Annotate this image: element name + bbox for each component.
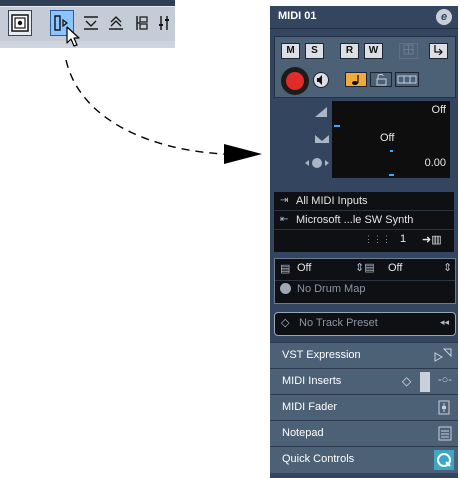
delay-indicator: [389, 174, 394, 176]
vst-expression-icon: [434, 348, 452, 362]
midi-channel-value: 1: [400, 233, 407, 245]
section-label: VST Expression: [282, 349, 361, 361]
stepper-icon[interactable]: ⇕▤: [355, 261, 375, 274]
notepad-icon: [438, 426, 452, 441]
lane-display-button[interactable]: [395, 72, 419, 87]
midi-output-row[interactable]: ⇤ Microsoft ...le SW Synth: [274, 211, 454, 230]
drum-map-icon: [280, 283, 291, 294]
program-panel: ▤ Off ⇕▤ Off ⇕ No Drum Map: [274, 258, 456, 304]
pan-value: Off: [380, 132, 395, 144]
section-midi-fader[interactable]: MIDI Fader: [270, 394, 458, 420]
arrow-head-icon: [224, 144, 262, 164]
section-vst-expression[interactable]: VST Expression: [270, 342, 458, 368]
program-value[interactable]: Off: [388, 262, 402, 274]
track-preset-label: No Track Preset: [299, 317, 378, 329]
section-midi-inserts[interactable]: MIDI Inserts ◇ -○-: [270, 368, 458, 394]
output-icon: ⇤: [280, 214, 289, 225]
midi-output-label: Microsoft ...le SW Synth: [296, 214, 414, 226]
bank-icon: ▤: [280, 263, 291, 275]
track-name[interactable]: MIDI 01: [278, 10, 317, 22]
preset-arrows-icon[interactable]: ◂◂: [440, 317, 449, 328]
speaker-icon: [317, 75, 322, 85]
pan-icon: [315, 135, 329, 143]
musical-time-base-button[interactable]: [345, 72, 367, 87]
channel-settings-icon: [434, 45, 443, 56]
section-notepad[interactable]: Notepad: [270, 420, 458, 446]
lanes-icon: [397, 75, 417, 84]
lock-button[interactable]: [370, 72, 392, 87]
delay-value: 0.00: [424, 157, 446, 169]
edit-instrument-button[interactable]: e: [436, 9, 452, 25]
solo-button[interactable]: S: [305, 43, 324, 59]
freeze-icon: [403, 44, 414, 55]
inserts-active-indicator: [420, 372, 430, 392]
monitor-button[interactable]: [313, 72, 329, 88]
volume-field[interactable]: Off: [332, 101, 450, 129]
midi-input-row[interactable]: ⇥ All MIDI Inputs: [274, 192, 454, 211]
section-label: Quick Controls: [282, 453, 355, 465]
open-channel-settings-button[interactable]: [429, 43, 448, 59]
mute-button[interactable]: M: [281, 43, 300, 59]
channel-row[interactable]: ⋮⋮⋮ 1 ➜▥: [354, 230, 454, 250]
track-inspector: MIDI 01 e M S R W Off Off 0.00 ⇥ All MID…: [270, 6, 458, 478]
delay-field[interactable]: 0.00: [332, 154, 450, 178]
drum-map-label[interactable]: No Drum Map: [297, 283, 365, 295]
insert-bypass-icon[interactable]: ◇: [402, 374, 411, 388]
write-automation-button[interactable]: W: [364, 43, 383, 59]
freeze-button[interactable]: [399, 43, 418, 59]
section-label: MIDI Inserts: [282, 375, 342, 387]
record-enable-button[interactable]: [281, 67, 309, 95]
divider: [275, 280, 455, 281]
read-automation-button[interactable]: R: [340, 43, 359, 59]
section-label: Notepad: [282, 427, 324, 439]
bank-value[interactable]: Off: [297, 262, 311, 274]
program-stepper-icon[interactable]: ⇕: [443, 261, 452, 274]
track-preset-field[interactable]: ◇ No Track Preset ◂◂: [274, 312, 456, 336]
inspector-title-bar: MIDI 01 e: [270, 6, 458, 29]
io-routing-panel: ⇥ All MIDI Inputs ⇤ Microsoft ...le SW S…: [274, 192, 454, 252]
preset-icon: ◇: [281, 317, 290, 329]
channel-grid-icon: ⋮⋮⋮: [364, 234, 391, 244]
midi-input-label: All MIDI Inputs: [296, 195, 368, 207]
quick-controls-icon: [434, 450, 454, 470]
volume-icon: [315, 107, 327, 117]
fader-icon: [438, 400, 450, 415]
delay-icon: [305, 158, 329, 168]
lock-icon: [376, 74, 387, 86]
record-icon: [286, 72, 304, 90]
input-icon: ⇥: [280, 195, 289, 206]
pan-field[interactable]: Off: [332, 129, 450, 154]
section-quick-controls[interactable]: Quick Controls: [270, 446, 458, 473]
insert-routing-icon: -○-: [438, 374, 452, 386]
volume-value: Off: [431, 104, 446, 116]
volume-indicator: [334, 125, 340, 127]
section-label: MIDI Fader: [282, 401, 338, 413]
track-controls-panel: M S R W: [274, 36, 456, 98]
pan-indicator: [390, 150, 393, 152]
note-icon: [352, 75, 359, 85]
edit-instrument-keyboard-icon[interactable]: ➜▥: [422, 233, 442, 246]
